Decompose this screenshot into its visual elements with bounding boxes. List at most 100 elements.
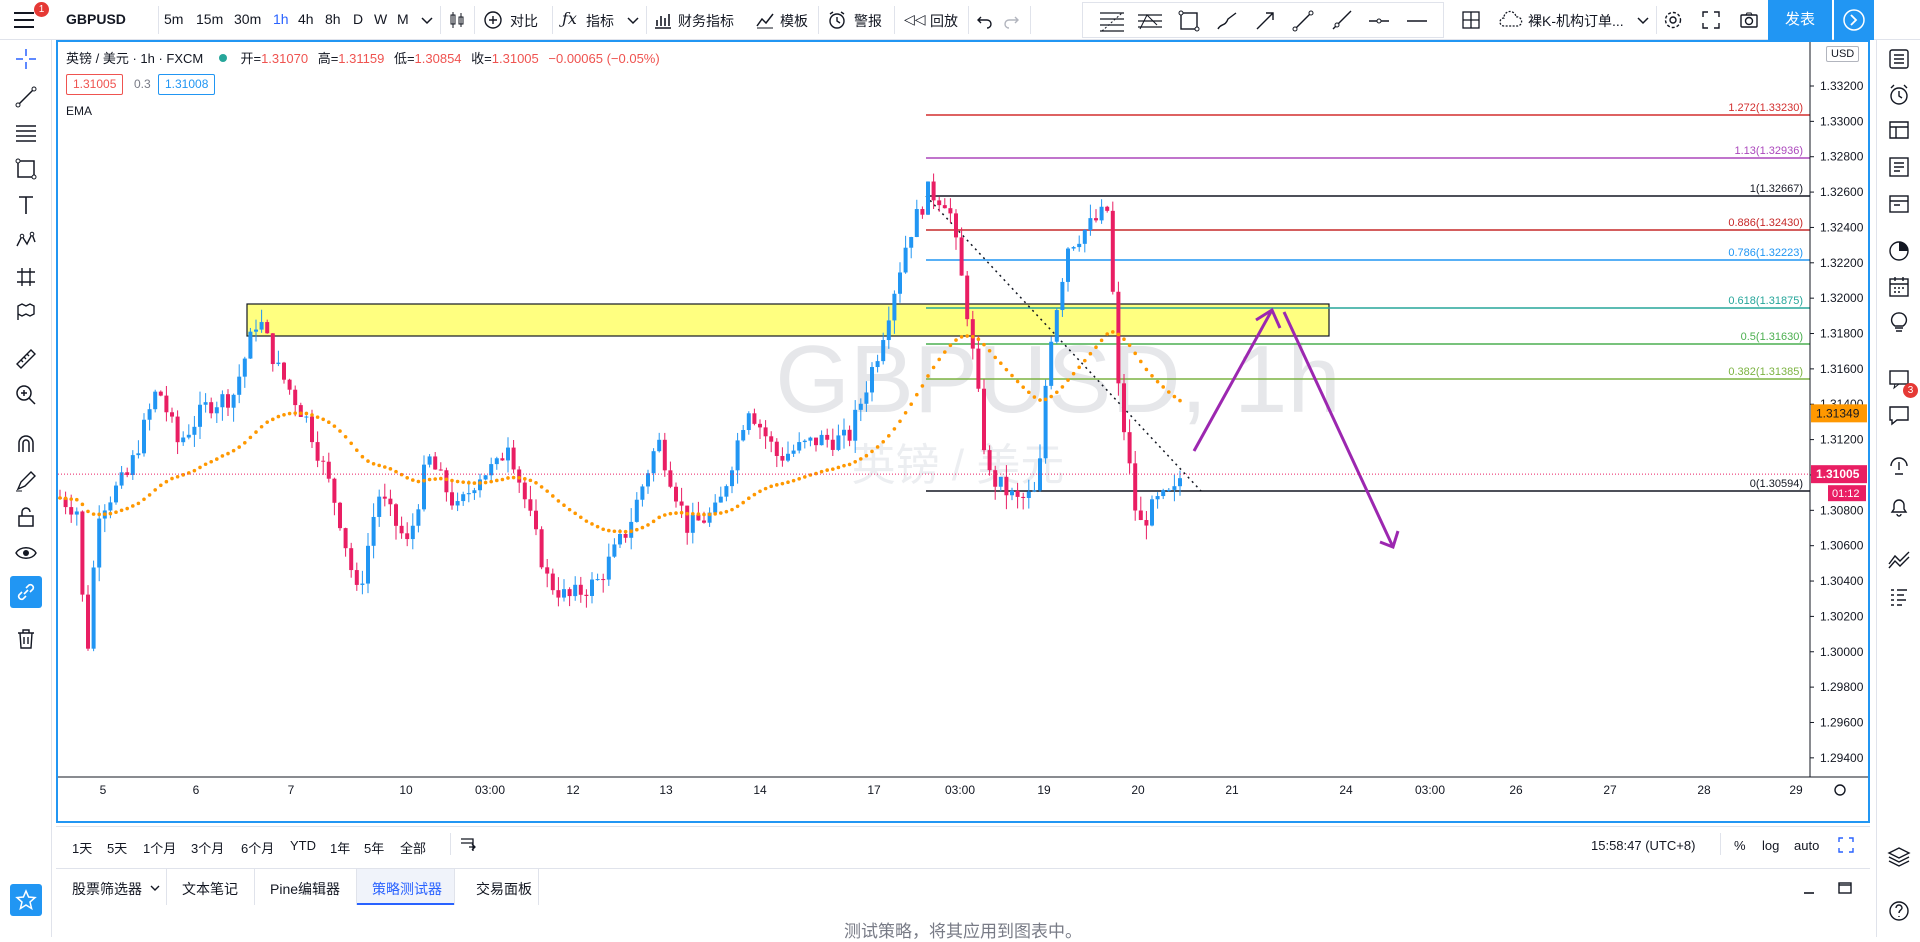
fx-icon[interactable]: ƒx	[562, 9, 577, 28]
range-ytd[interactable]: YTD	[290, 838, 316, 853]
chat-icon[interactable]	[1886, 402, 1912, 428]
candlestick-chart-icon[interactable]	[446, 9, 468, 31]
sell-price-button[interactable]: 1.31005	[66, 74, 124, 95]
help-lightbulb-icon[interactable]	[1886, 456, 1912, 482]
templates-icon[interactable]	[754, 9, 776, 31]
alerts-clock-icon[interactable]	[1886, 82, 1912, 108]
watchlist-icon[interactable]	[1886, 46, 1912, 72]
pattern-tool-icon[interactable]	[13, 228, 39, 254]
horizontal-ray-icon[interactable]	[1367, 9, 1391, 33]
tab-stock-screener[interactable]: 股票筛选器	[72, 879, 142, 899]
range-5d[interactable]: 5天	[107, 838, 127, 857]
arrow-tool-icon[interactable]	[1253, 9, 1277, 33]
range-1y[interactable]: 1年	[330, 838, 350, 857]
fullscreen-icon[interactable]	[1700, 9, 1722, 31]
percent-toggle[interactable]: %	[1734, 838, 1746, 853]
auto-toggle[interactable]: auto	[1794, 838, 1819, 853]
camera-icon[interactable]	[1738, 9, 1760, 31]
layout-grid-icon[interactable]	[1460, 9, 1482, 31]
hotlist-icon[interactable]	[1886, 238, 1912, 264]
chevron-down-icon[interactable]	[416, 9, 438, 31]
range-1m[interactable]: 1个月	[143, 838, 176, 857]
menu-icon[interactable]	[12, 8, 36, 32]
financials-icon[interactable]	[652, 9, 674, 31]
link-icon[interactable]	[13, 579, 39, 605]
legend-symbol-name[interactable]: 英镑 / 美元 · 1h · FXCM	[66, 51, 203, 66]
chart-pane[interactable]: GBPUSD, 1h 英镑 / 美元 1.272(1.33230) 1.13(1.…	[56, 40, 1870, 823]
minimize-panel-icon[interactable]	[1800, 879, 1818, 897]
price-chart[interactable]: GBPUSD, 1h 英镑 / 美元 1.272(1.33230)1.13(1.…	[58, 42, 1868, 821]
fib-retracement-icon[interactable]	[1099, 9, 1125, 33]
timeframe-4h[interactable]: 4h	[298, 11, 314, 27]
chevron-down-icon[interactable]	[148, 881, 162, 895]
shape-tool-icon[interactable]	[13, 156, 39, 182]
chevron-down-icon[interactable]	[1632, 9, 1654, 31]
log-toggle[interactable]: log	[1762, 838, 1779, 853]
timeframe-w[interactable]: W	[374, 11, 387, 27]
supply-zone-rectangle[interactable]	[246, 303, 1330, 337]
expand-icon[interactable]	[1836, 835, 1856, 855]
prediction-tool-icon[interactable]	[13, 264, 39, 290]
calendar-icon[interactable]	[1886, 274, 1912, 300]
trend-line-icon[interactable]	[1291, 9, 1315, 33]
timeframe-8h[interactable]: 8h	[325, 11, 341, 27]
keep-drawing-icon[interactable]	[13, 468, 39, 494]
currency-label[interactable]: USD	[1826, 46, 1860, 62]
goto-date-icon[interactable]	[458, 835, 478, 855]
layers-icon[interactable]	[1886, 844, 1912, 870]
compare-button[interactable]: 对比	[510, 11, 538, 31]
crosshair-icon[interactable]	[13, 46, 39, 72]
order-panel-icon[interactable]	[1886, 190, 1912, 216]
clock-time[interactable]: 15:58:47 (UTC+8)	[1591, 838, 1695, 853]
timeframe-d[interactable]: D	[353, 11, 363, 27]
fib-tool-icon[interactable]	[13, 120, 39, 146]
cloud-icon[interactable]	[1498, 9, 1524, 31]
timeframe-1h[interactable]: 1h	[273, 11, 289, 27]
notifications-bell-icon[interactable]	[1886, 494, 1912, 520]
financials-button[interactable]: 财务指标	[678, 11, 734, 31]
eye-icon[interactable]	[13, 540, 39, 566]
ruler-icon[interactable]	[13, 346, 39, 372]
help-question-icon[interactable]	[1886, 898, 1912, 924]
indicators-button[interactable]: 指标	[586, 11, 614, 31]
settings-gear-icon[interactable]	[1662, 9, 1684, 31]
zoom-in-icon[interactable]	[13, 382, 39, 408]
replay-button[interactable]: 回放	[930, 11, 958, 31]
forward-arrow-icon[interactable]	[1834, 0, 1874, 40]
templates-button[interactable]: 模板	[780, 11, 808, 31]
ideas-lightbulb-icon[interactable]	[1886, 310, 1912, 336]
fib-extension-icon[interactable]	[1137, 9, 1163, 33]
tab-text-notes[interactable]: 文本笔记	[182, 879, 238, 899]
text-tool-icon[interactable]	[13, 192, 39, 218]
timeframe-5m[interactable]: 5m	[164, 11, 183, 27]
timeframe-m[interactable]: M	[397, 11, 409, 27]
chevron-down-icon[interactable]	[622, 9, 644, 31]
horizontal-line-icon[interactable]	[1405, 9, 1429, 33]
tab-trading-panel[interactable]: 交易面板	[476, 879, 532, 899]
data-window-icon[interactable]	[1886, 118, 1912, 144]
range-6m[interactable]: 6个月	[241, 838, 274, 857]
icon-tool-icon[interactable]	[13, 300, 39, 326]
timeframe-15m[interactable]: 15m	[196, 11, 223, 27]
trend-line-tool-icon[interactable]	[13, 84, 39, 110]
tab-pine-editor[interactable]: Pine编辑器	[270, 879, 340, 899]
range-all[interactable]: 全部	[400, 838, 426, 857]
rectangle-icon[interactable]	[1177, 9, 1201, 33]
buy-price-button[interactable]: 1.31008	[158, 74, 216, 95]
undo-icon[interactable]	[974, 9, 996, 31]
ema-indicator-label[interactable]: EMA	[66, 104, 92, 118]
lock-icon[interactable]	[13, 504, 39, 530]
favorites-star-button[interactable]	[10, 884, 42, 916]
news-icon[interactable]	[1886, 154, 1912, 180]
tab-strategy-tester-label[interactable]: 策略测试器	[372, 879, 442, 899]
symbol-search[interactable]: GBPUSD	[66, 11, 126, 27]
trading-icon[interactable]	[1886, 546, 1912, 572]
redo-icon[interactable]	[1000, 9, 1022, 31]
range-3m[interactable]: 3个月	[191, 838, 224, 857]
publish-button[interactable]: 发表	[1768, 0, 1832, 40]
dom-icon[interactable]	[1886, 584, 1912, 610]
replay-icon[interactable]: ◁◁	[904, 11, 926, 28]
range-5y[interactable]: 5年	[364, 838, 384, 857]
brush-icon[interactable]	[1215, 9, 1239, 33]
magnet-icon[interactable]	[13, 432, 39, 458]
